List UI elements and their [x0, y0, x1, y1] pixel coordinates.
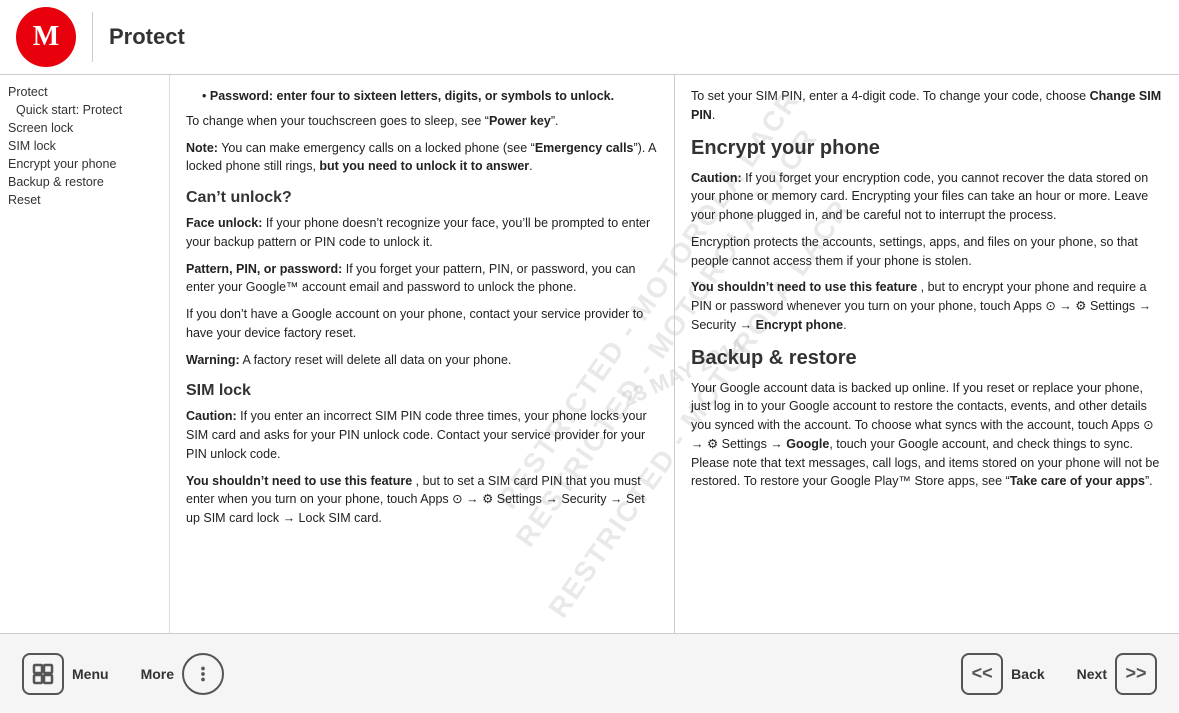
content-area: RESTRICTED - MOTOROLA LACR RESTRICTED - …	[170, 75, 1179, 633]
body-layout: Protect Quick start: Protect Screen lock…	[0, 75, 1179, 633]
more-button[interactable]: More	[131, 647, 234, 701]
more-icon	[182, 653, 224, 695]
back-button[interactable]: << Back	[951, 647, 1054, 701]
backup-text-para: Your Google account data is backed up on…	[691, 379, 1163, 492]
sidebar-item-simlock[interactable]: SIM lock	[4, 137, 165, 155]
footer-right: << Back Next >>	[951, 647, 1167, 701]
next-icon: >>	[1115, 653, 1157, 695]
sim-caution-para: Caution: If you enter an incorrect SIM P…	[186, 407, 658, 463]
next-button[interactable]: Next >>	[1067, 647, 1167, 701]
col-left: Password: enter four to sixteen letters,…	[170, 75, 675, 633]
motorola-logo: M	[16, 7, 76, 67]
encrypt-heading: Encrypt your phone	[691, 133, 1163, 163]
header-divider	[92, 12, 93, 62]
cant-unlock-heading: Can’t unlock?	[186, 186, 658, 210]
sidebar-item-encrypt[interactable]: Encrypt your phone	[4, 155, 165, 173]
pattern-para: Pattern, PIN, or password: If you forget…	[186, 260, 658, 298]
next-label: Next	[1077, 666, 1107, 682]
menu-icon	[22, 653, 64, 695]
change-touchscreen-para: To change when your touchscreen goes to …	[186, 112, 658, 131]
back-label: Back	[1011, 666, 1044, 682]
sidebar: Protect Quick start: Protect Screen lock…	[0, 75, 170, 633]
encrypt-caution-para: Caution: If you forget your encryption c…	[691, 169, 1163, 225]
sidebar-item-reset[interactable]: Reset	[4, 191, 165, 209]
sidebar-item-quickstart[interactable]: Quick start: Protect	[4, 101, 165, 119]
backup-heading: Backup & restore	[691, 343, 1163, 373]
warning-para: Warning: A factory reset will delete all…	[186, 351, 658, 370]
sim-shouldnt-para: You shouldn’t need to use this feature ,…	[186, 472, 658, 528]
password-bullet: Password: enter four to sixteen letters,…	[202, 87, 658, 106]
back-icon: <<	[961, 653, 1003, 695]
sim-lock-heading: SIM lock	[186, 379, 658, 403]
footer: Menu More << Back Next >>	[0, 633, 1179, 713]
no-google-para: If you don’t have a Google account on yo…	[186, 305, 658, 343]
more-label: More	[141, 666, 174, 682]
text-columns: Password: enter four to sixteen letters,…	[170, 75, 1179, 633]
sim-pin-para: To set your SIM PIN, enter a 4-digit cod…	[691, 87, 1163, 125]
encrypt-desc-para: Encryption protects the accounts, settin…	[691, 233, 1163, 271]
footer-left: Menu More	[12, 647, 234, 701]
sidebar-item-backup[interactable]: Backup & restore	[4, 173, 165, 191]
col-right: To set your SIM PIN, enter a 4-digit cod…	[675, 75, 1179, 633]
face-unlock-para: Face unlock: If your phone doesn’t recog…	[186, 214, 658, 252]
sidebar-item-protect[interactable]: Protect	[4, 83, 165, 101]
menu-label: Menu	[72, 666, 109, 682]
header: M Protect	[0, 0, 1179, 75]
note-para: Note: You can make emergency calls on a …	[186, 139, 658, 177]
encrypt-shouldnt-para: You shouldn’t need to use this feature ,…	[691, 278, 1163, 334]
menu-button[interactable]: Menu	[12, 647, 119, 701]
sidebar-item-screenlock[interactable]: Screen lock	[4, 119, 165, 137]
page-title: Protect	[109, 24, 185, 50]
